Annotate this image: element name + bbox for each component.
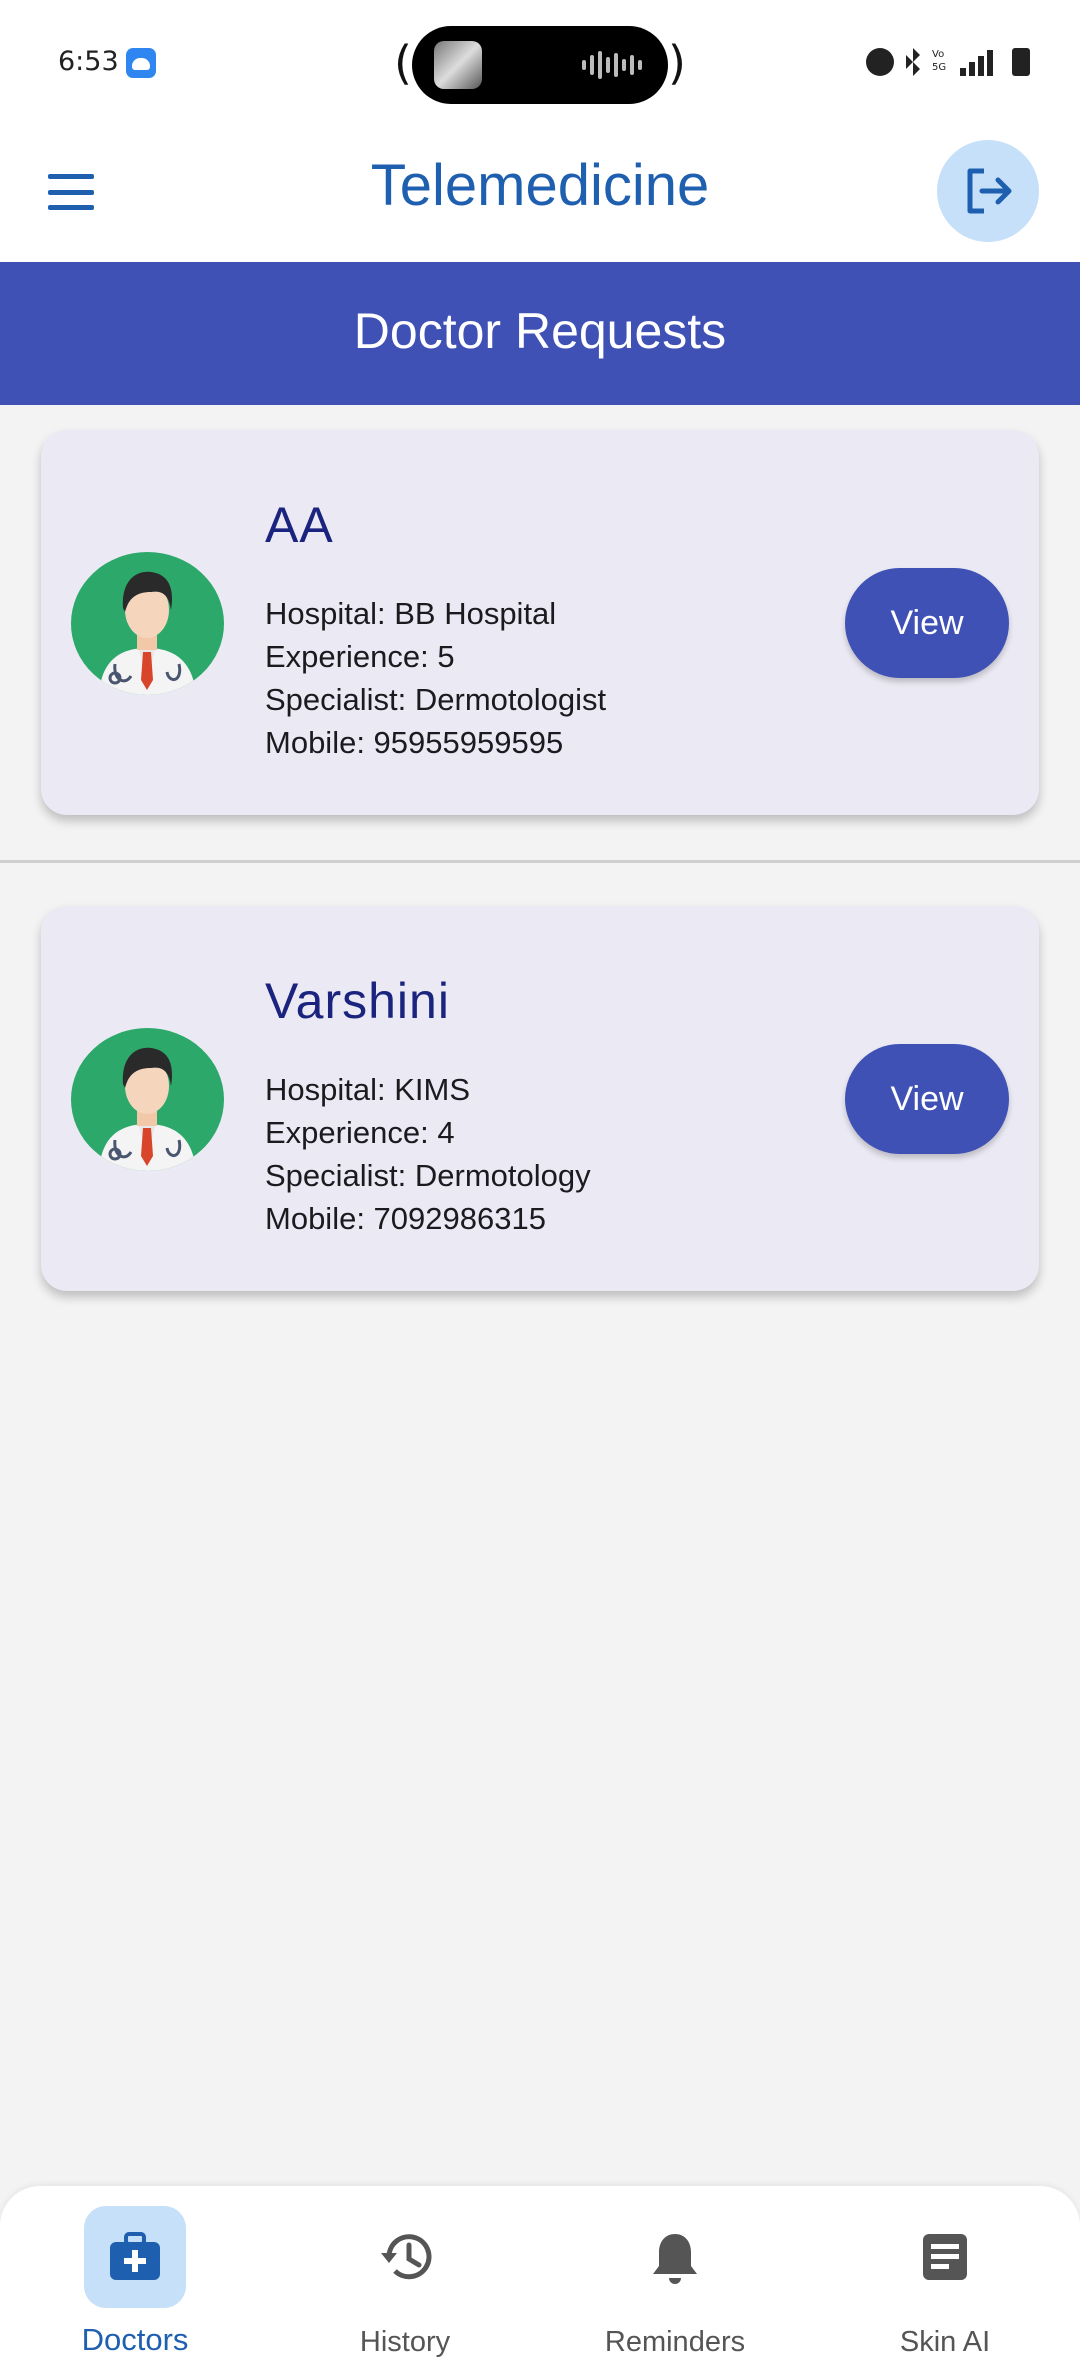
header-banner: Doctor Requests bbox=[0, 262, 1080, 405]
doctor-mobile: Mobile: 7092986315 bbox=[265, 1201, 546, 1236]
doctor-experience: Experience: 4 bbox=[265, 1115, 455, 1150]
battery-icon bbox=[1012, 48, 1030, 76]
status-icons: Vo 5G bbox=[866, 48, 1030, 76]
nav-label: Skin AI bbox=[899, 2326, 991, 2358]
android-notification-icon bbox=[126, 48, 156, 78]
doctor-details: Hospital: BB Hospital Experience: 5 Spec… bbox=[265, 592, 606, 764]
page-title: Doctor Requests bbox=[353, 303, 727, 359]
nav-label: Doctors bbox=[81, 2322, 189, 2357]
nav-label: History bbox=[359, 2326, 451, 2358]
bell-icon bbox=[653, 2234, 697, 2284]
bluetooth-icon bbox=[906, 48, 920, 76]
view-button[interactable]: View bbox=[845, 568, 1009, 678]
nav-item-doctors[interactable]: Doctors bbox=[0, 2186, 270, 2376]
divider bbox=[0, 860, 1080, 863]
doctor-avatar bbox=[71, 552, 224, 695]
dynamic-island[interactable] bbox=[412, 26, 668, 104]
volte-icon: Vo 5G bbox=[932, 49, 947, 73]
medical-bag-icon bbox=[110, 2232, 160, 2280]
island-bracket-left: ( bbox=[394, 36, 412, 90]
app-bar: Telemedicine bbox=[0, 130, 1080, 262]
doctor-specialist: Specialist: Dermotologist bbox=[265, 682, 607, 717]
nav-icon-container bbox=[354, 2206, 456, 2308]
doctor-card: AA Hospital: BB Hospital Experience: 5 S… bbox=[41, 430, 1039, 815]
nav-item-reminders[interactable]: Reminders bbox=[540, 2186, 810, 2376]
view-button[interactable]: View bbox=[845, 1044, 1009, 1154]
doctor-mobile: Mobile: 95955959595 bbox=[265, 725, 564, 760]
5g-signal-icon bbox=[960, 48, 1000, 76]
doctor-details: Hospital: KIMS Experience: 4 Specialist:… bbox=[265, 1068, 591, 1240]
nav-icon-container bbox=[84, 2206, 186, 2308]
doctor-experience: Experience: 5 bbox=[265, 639, 455, 674]
doctor-avatar bbox=[71, 1028, 224, 1171]
logout-icon bbox=[967, 168, 1012, 214]
nav-icon-container bbox=[894, 2206, 996, 2308]
doctor-name: Varshini bbox=[265, 973, 450, 1029]
app-title: Telemedicine bbox=[370, 153, 710, 218]
media-thumbnail bbox=[434, 41, 482, 89]
history-icon bbox=[381, 2234, 432, 2280]
audio-wave-icon bbox=[582, 50, 642, 80]
island-bracket-right: ) bbox=[668, 36, 686, 90]
status-bar: 6:53 ( ) Vo 5G bbox=[0, 0, 1080, 130]
bottom-nav: Doctors History Reminders Skin AI bbox=[0, 2186, 1080, 2376]
doctor-name: AA bbox=[265, 497, 334, 553]
doctor-specialist: Specialist: Dermotology bbox=[265, 1158, 591, 1193]
doctor-hospital: Hospital: BB Hospital bbox=[265, 596, 557, 631]
document-icon bbox=[923, 2234, 967, 2280]
nav-item-skin-ai[interactable]: Skin AI bbox=[810, 2186, 1080, 2376]
status-time: 6:53 bbox=[58, 46, 119, 77]
alarm-icon bbox=[866, 48, 894, 76]
nav-icon-container bbox=[624, 2206, 726, 2308]
doctor-card: Varshini Hospital: KIMS Experience: 4 Sp… bbox=[41, 906, 1039, 1291]
nav-item-history[interactable]: History bbox=[270, 2186, 540, 2376]
logout-button[interactable] bbox=[937, 140, 1039, 242]
nav-label: Reminders bbox=[604, 2326, 746, 2358]
doctor-hospital: Hospital: KIMS bbox=[265, 1072, 471, 1107]
